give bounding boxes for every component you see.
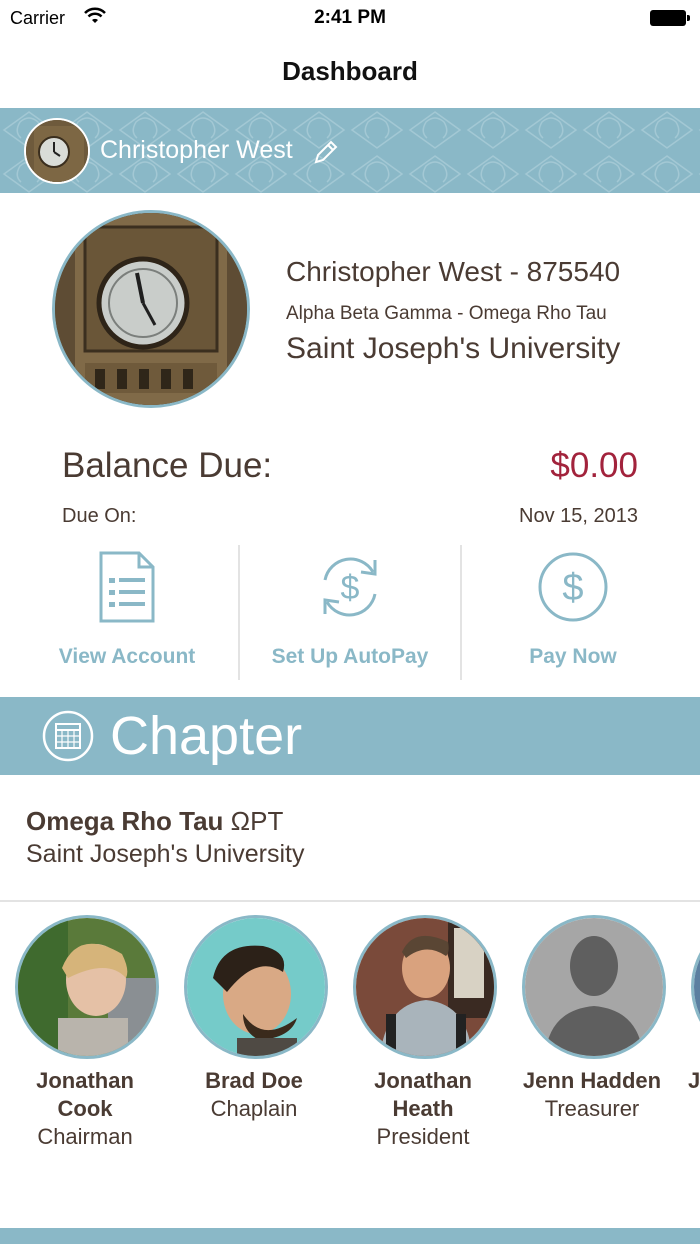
- officer-role: Chaplain: [210, 1096, 298, 1121]
- divider: [460, 545, 462, 680]
- dollar-circle-icon: $: [538, 552, 608, 622]
- chapter-letters: ΩPT: [230, 806, 284, 836]
- chapter-name: Omega Rho Tau ΩPT: [26, 806, 283, 837]
- person-photo-icon: [356, 918, 494, 1056]
- officer-card-jonathan-cook[interactable]: Jonathan Cook Chairman: [0, 915, 170, 1155]
- officer-name-line1: Brad Doe: [205, 1068, 303, 1093]
- avatar: [522, 915, 666, 1059]
- due-date: Nov 15, 2013: [519, 505, 638, 527]
- strip-user-name: Christopher West: [100, 136, 293, 164]
- balance-amount: $0.00: [550, 446, 638, 485]
- officer-name-line1: Jonathan: [374, 1068, 472, 1093]
- officer-card-jenn-hadden[interactable]: Jenn Hadden Treasurer: [507, 915, 677, 1155]
- officer-name-line2: Heath: [392, 1096, 454, 1121]
- officer-name-line1: Jonathan: [36, 1068, 134, 1093]
- person-photo-icon: [18, 918, 156, 1056]
- avatar: [15, 915, 159, 1059]
- officer-name-line1: J: [688, 1068, 700, 1093]
- view-account-label: View Account: [58, 645, 196, 668]
- autopay-cycle-icon: $: [323, 557, 377, 617]
- chapter-school: Saint Joseph's University: [26, 840, 305, 868]
- officer-name-line1: Jenn Hadden: [522, 1068, 662, 1093]
- officer-role: Chairman: [37, 1124, 133, 1149]
- battery-icon: [650, 10, 690, 26]
- chapter-name-text: Omega Rho Tau: [26, 806, 224, 836]
- officer-name: Jenn Hadden: [507, 1067, 677, 1095]
- balance-label: Balance Due:: [62, 446, 273, 485]
- profile-strip[interactable]: Christopher West: [0, 108, 700, 193]
- calendar-icon: [42, 710, 94, 762]
- clock-tower-photo-icon: [55, 213, 247, 405]
- avatar: [24, 118, 90, 184]
- view-account-button[interactable]: View Account: [17, 545, 237, 680]
- silhouette-placeholder-icon: [525, 918, 663, 1056]
- officer-card-brad-doe[interactable]: Brad Doe Chaplain: [169, 915, 339, 1155]
- officer-name: J: [688, 1067, 700, 1095]
- pay-now-label: Pay Now: [529, 645, 617, 668]
- profile-name-id: Christopher West - 875540: [286, 256, 621, 287]
- document-list-icon: [99, 551, 155, 623]
- officer-name: Jonathan Cook: [0, 1067, 170, 1123]
- divider: [0, 900, 700, 902]
- person-photo-icon: [187, 918, 325, 1056]
- officer-name: Brad Doe: [169, 1067, 339, 1095]
- clock: 2:41 PM: [314, 7, 386, 28]
- set-up-autopay-button[interactable]: $ Set Up AutoPay: [240, 545, 460, 680]
- profile-organization: Alpha Beta Gamma - Omega Rho Tau: [286, 303, 607, 324]
- chapter-title: Chapter: [110, 706, 303, 766]
- bottom-section-header: [0, 1228, 700, 1244]
- navigation-bar: Dashboard: [0, 36, 700, 108]
- svg-text:$: $: [562, 567, 583, 609]
- profile-photo: [52, 210, 250, 408]
- edit-pencil-icon[interactable]: [312, 138, 340, 166]
- officer-role: Treasurer: [544, 1096, 640, 1121]
- person-photo-icon: [694, 918, 700, 1056]
- officer-name: Jonathan Heath: [338, 1067, 508, 1123]
- pay-now-button[interactable]: $ Pay Now: [463, 545, 683, 680]
- officer-name-line2: Cook: [57, 1096, 113, 1121]
- officer-card-partial[interactable]: J: [676, 915, 700, 1155]
- due-label: Due On:: [62, 505, 137, 527]
- officer-role: President: [376, 1124, 470, 1149]
- avatar: [353, 915, 497, 1059]
- status-bar: Carrier 2:41 PM: [0, 0, 700, 36]
- avatar: [691, 915, 700, 1059]
- avatar: [184, 915, 328, 1059]
- profile-school: Saint Joseph's University: [286, 332, 621, 365]
- officer-card-jonathan-heath[interactable]: Jonathan Heath President: [338, 915, 508, 1155]
- chapter-header: Chapter: [0, 697, 700, 775]
- page-title: Dashboard: [282, 56, 418, 86]
- svg-text:$: $: [341, 569, 360, 607]
- set-up-autopay-label: Set Up AutoPay: [271, 645, 429, 668]
